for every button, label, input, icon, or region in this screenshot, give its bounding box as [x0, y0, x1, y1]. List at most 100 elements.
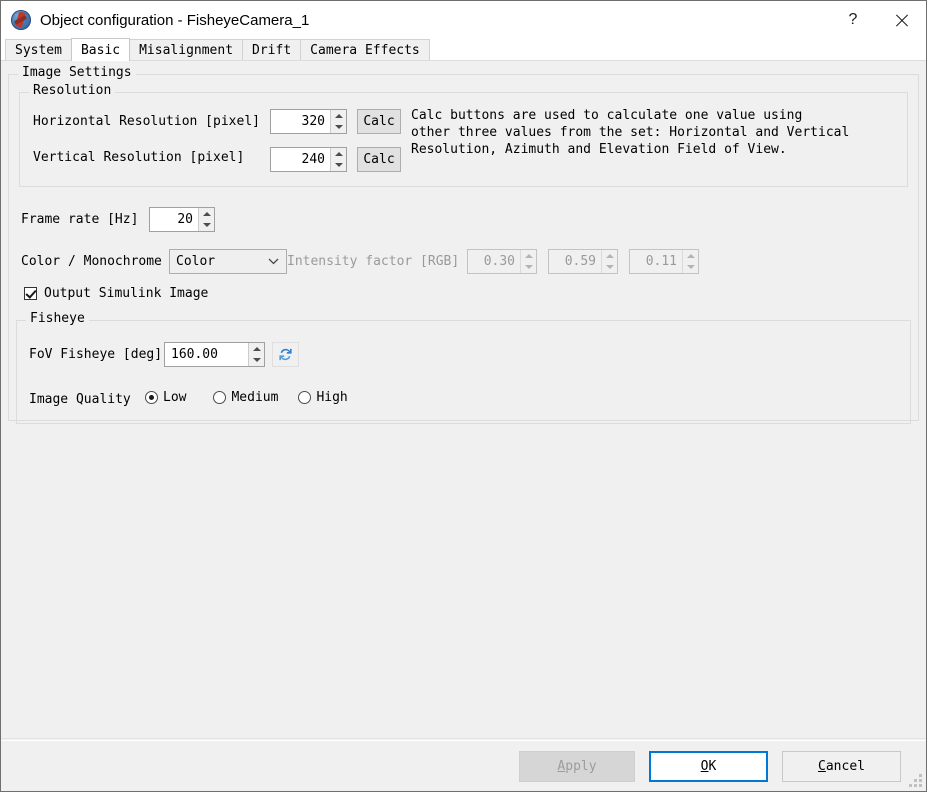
tab-label: Camera Effects [310, 43, 420, 58]
object-configuration-dialog: Object configuration - FisheyeCamera_1 ?… [0, 0, 927, 792]
fov-refresh-button[interactable] [272, 342, 299, 367]
window-title: Object configuration - FisheyeCamera_1 [40, 11, 310, 29]
cancel-rest: ancel [825, 759, 865, 774]
color-mode-value: Color [176, 254, 216, 269]
checkbox-icon[interactable] [24, 287, 37, 300]
output-simulink-checkbox[interactable]: Output Simulink Image [24, 286, 208, 301]
stepper-up-icon[interactable] [199, 208, 214, 220]
stepper-up-icon [683, 250, 698, 262]
window-controls: ? [830, 1, 926, 39]
cancel-label: Cancel [818, 759, 865, 774]
tab-bar: System Basic Misalignment Drift Camera E… [1, 38, 926, 61]
tab-label: Basic [80, 42, 121, 58]
stepper-down-icon[interactable] [331, 121, 346, 133]
resize-grip-icon[interactable] [909, 774, 922, 787]
intensity-r-stepper [520, 250, 536, 273]
fov-fisheye-value: 160.00 [171, 347, 218, 362]
intensity-r-value: 0.30 [483, 254, 515, 269]
intensity-g-input: 0.59 [548, 249, 618, 274]
stepper-down-icon[interactable] [331, 159, 346, 171]
quality-option-label: Medium [231, 390, 279, 405]
fov-fisheye-label: FoV Fisheye [deg] [29, 347, 163, 362]
intensity-factor-label: Intensity factor [RGB] [287, 254, 460, 269]
stepper-up-icon[interactable] [249, 343, 264, 355]
basic-tab-panel: Image Settings Resolution Horizontal Res… [1, 60, 926, 740]
image-quality-label: Image Quality [29, 392, 131, 407]
close-button[interactable] [876, 1, 926, 39]
fov-fisheye-stepper[interactable] [248, 343, 264, 366]
horizontal-calc-button[interactable]: Calc [357, 109, 401, 134]
radio-icon[interactable] [145, 391, 158, 404]
tab-camera-effects[interactable]: Camera Effects [300, 39, 430, 60]
vertical-resolution-value: 240 [301, 152, 325, 167]
calc-help-line-1: Calc buttons are used to calculate one v… [411, 108, 803, 123]
tab-misalignment[interactable]: Misalignment [129, 39, 244, 60]
chevron-down-icon[interactable] [260, 258, 286, 265]
quality-option-label: Low [163, 390, 187, 405]
vertical-resolution-input[interactable]: 240 [270, 147, 347, 172]
frame-rate-value: 20 [177, 212, 193, 227]
color-mode-label: Color / Monochrome [21, 254, 162, 269]
ok-button[interactable]: OK [649, 751, 768, 782]
stepper-up-icon [521, 250, 536, 262]
vertical-resolution-label: Vertical Resolution [pixel] [33, 150, 245, 165]
intensity-r-input: 0.30 [467, 249, 537, 274]
stepper-down-icon[interactable] [249, 354, 264, 366]
image-quality-radio-group: Low Medium High [145, 390, 348, 405]
output-simulink-label: Output Simulink Image [44, 286, 209, 301]
horizontal-resolution-stepper[interactable] [330, 110, 346, 133]
intensity-b-input: 0.11 [629, 249, 699, 274]
stepper-down-icon [521, 261, 536, 273]
tab-label: Drift [252, 43, 292, 58]
vertical-calc-button[interactable]: Calc [357, 147, 401, 172]
calc-label: Calc [363, 152, 395, 167]
tab-label: Misalignment [139, 43, 234, 58]
image-settings-group: Image Settings Resolution Horizontal Res… [8, 66, 919, 424]
frame-rate-label: Frame rate [Hz] [21, 212, 139, 227]
stepper-up-icon[interactable] [331, 110, 346, 122]
horizontal-resolution-input[interactable]: 320 [270, 109, 347, 134]
ok-label: OK [701, 759, 717, 774]
refresh-icon [279, 348, 292, 361]
fov-fisheye-input[interactable]: 160.00 [164, 342, 265, 367]
fisheye-group: Fisheye FoV Fisheye [deg] 160.00 Image Q… [16, 312, 911, 424]
stepper-down-icon [602, 261, 617, 273]
ok-rest: K [708, 759, 717, 774]
quality-option-high[interactable]: High [298, 390, 348, 405]
horizontal-resolution-label: Horizontal Resolution [pixel] [33, 114, 260, 129]
vertical-resolution-stepper[interactable] [330, 148, 346, 171]
app-icon [11, 10, 31, 30]
question-mark-icon: ? [848, 11, 858, 28]
apply-button: Apply [519, 751, 635, 782]
stepper-up-icon [602, 250, 617, 262]
cancel-button[interactable]: Cancel [782, 751, 901, 782]
quality-option-medium[interactable]: Medium [213, 390, 278, 405]
stepper-down-icon [683, 261, 698, 273]
color-mode-select[interactable]: Color [169, 249, 287, 274]
calc-help-line-3: Resolution, Azimuth and Elevation Field … [411, 142, 787, 157]
tab-label: System [15, 43, 62, 58]
apply-label: Apply [557, 759, 596, 774]
help-button[interactable]: ? [830, 1, 876, 39]
quality-option-label: High [316, 390, 348, 405]
image-settings-title: Image Settings [18, 66, 136, 80]
tab-basic[interactable]: Basic [70, 38, 131, 61]
apply-rest: pply [565, 759, 597, 774]
tab-system[interactable]: System [5, 39, 72, 60]
horizontal-resolution-value: 320 [301, 114, 325, 129]
close-icon [894, 13, 909, 28]
stepper-down-icon[interactable] [199, 219, 214, 231]
stepper-up-icon[interactable] [331, 148, 346, 160]
frame-rate-input[interactable]: 20 [149, 207, 215, 232]
intensity-b-value: 0.11 [645, 254, 677, 269]
ok-mnemonic: O [700, 759, 709, 774]
frame-rate-stepper[interactable] [198, 208, 214, 231]
calc-help-line-2: other three values from the set: Horizon… [411, 125, 850, 140]
radio-icon[interactable] [298, 391, 312, 404]
intensity-b-stepper [682, 250, 698, 273]
calc-label: Calc [363, 114, 395, 129]
fisheye-title: Fisheye [26, 312, 89, 326]
radio-icon[interactable] [213, 391, 227, 404]
tab-drift[interactable]: Drift [242, 39, 302, 60]
quality-option-low[interactable]: Low [145, 390, 186, 405]
